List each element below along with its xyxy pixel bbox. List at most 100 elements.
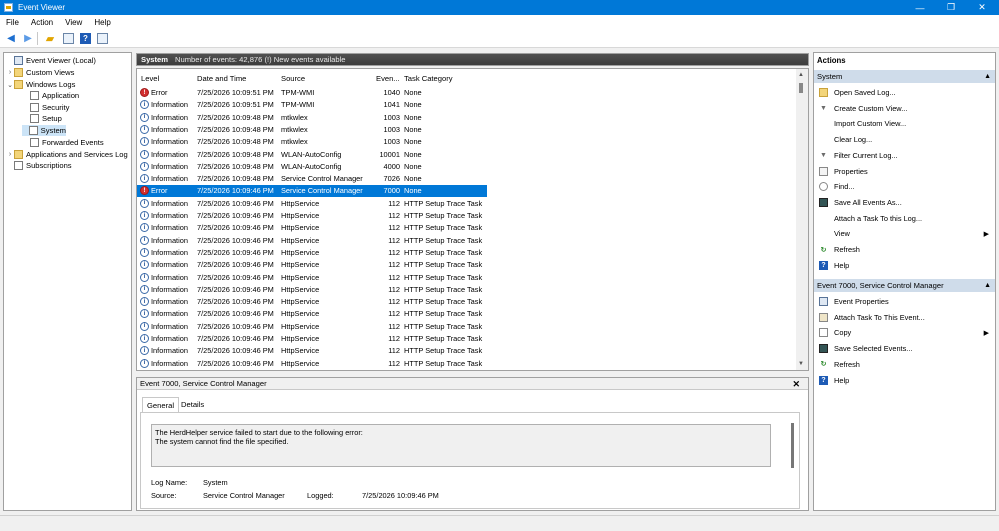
action-item[interactable]: ↻ Refresh xyxy=(814,358,995,371)
scroll-up-icon[interactable]: ▲ xyxy=(798,72,804,78)
action-pane-icon[interactable] xyxy=(97,32,108,44)
tree-item-forwarded-events[interactable]: Forwarded Events xyxy=(22,137,104,148)
cell-task-category: HTTP Setup Trace Task xyxy=(404,334,483,343)
chevron-right-icon[interactable]: › xyxy=(6,151,14,158)
action-item[interactable]: Open Saved Log... xyxy=(814,86,995,99)
action-item[interactable]: ↻ Refresh xyxy=(814,243,995,256)
action-item[interactable]: Save All Events As... xyxy=(814,196,995,209)
tree-item-setup[interactable]: Setup xyxy=(22,113,62,124)
tree-item-applications-and-services-logs[interactable]: › Applications and Services Log xyxy=(6,149,128,160)
action-item[interactable]: Clear Log... xyxy=(814,133,995,146)
scroll-down-icon[interactable]: ▼ xyxy=(798,361,804,367)
column-header-source[interactable]: Source xyxy=(281,74,305,83)
action-item[interactable]: ▼ Create Custom View... xyxy=(814,102,995,115)
action-label: Copy xyxy=(834,328,852,338)
tree-item-application[interactable]: Application xyxy=(22,90,79,101)
tree-item-system[interactable]: System xyxy=(22,125,66,136)
chevron-down-icon[interactable]: ⌄ xyxy=(6,81,14,89)
table-row[interactable]: i Information 7/25/2026 10:09:48 PM Service… xyxy=(137,173,797,185)
cell-event-id: 112 xyxy=(388,284,400,294)
action-item[interactable]: Copy ▶ xyxy=(814,326,995,339)
table-row[interactable]: i Information 7/25/2026 10:09:46 PM HttpSer… xyxy=(137,321,797,333)
tree-item-windows-logs[interactable]: ⌄ Windows Logs xyxy=(6,79,75,90)
tree-item-subscriptions[interactable]: Subscriptions xyxy=(6,160,72,171)
collapse-icon[interactable]: ▲ xyxy=(984,279,991,292)
action-item[interactable]: Attach a Task To this Log... xyxy=(814,212,995,225)
action-item[interactable]: Attach Task To This Event... xyxy=(814,311,995,324)
folder-up-icon[interactable]: ▰ xyxy=(43,31,57,45)
table-row[interactable]: i Information 7/25/2026 10:09:51 PM TPM-WMI… xyxy=(137,99,797,111)
table-row[interactable]: i Information 7/25/2026 10:09:46 PM HttpSer… xyxy=(137,210,797,222)
chevron-right-icon[interactable]: › xyxy=(6,69,14,76)
menu-help[interactable]: Help xyxy=(88,18,116,27)
table-row[interactable]: i Information 7/25/2026 10:09:48 PM WLAN-Au… xyxy=(137,161,797,173)
maximize-button[interactable]: ❐ xyxy=(936,0,966,15)
close-window-button[interactable]: ✕ xyxy=(967,0,997,15)
action-item[interactable]: ? Help xyxy=(814,259,995,272)
message-scrollbar[interactable] xyxy=(791,423,794,468)
cell-task-category: HTTP Setup Trace Task xyxy=(404,260,483,270)
table-row[interactable]: i Information 7/25/2026 10:09:48 PM mtkwlex… xyxy=(137,124,797,136)
column-header-level[interactable]: Level xyxy=(141,74,159,83)
cell-source: HttpService xyxy=(281,297,320,307)
table-row[interactable]: i Information 7/25/2026 10:09:46 PM HttpSer… xyxy=(137,235,797,247)
tree-item-label: Custom Views xyxy=(26,68,75,77)
action-item[interactable]: View ▶ xyxy=(814,227,995,240)
events-scrollbar[interactable]: ▲ ▼ xyxy=(796,69,808,370)
column-header-event-id[interactable]: Even... xyxy=(376,74,400,83)
table-row[interactable]: ! Error 7/25/2026 10:09:46 PM Service Contr… xyxy=(137,185,797,198)
actions-section-event[interactable]: Event 7000, Service Control Manager ▲ xyxy=(814,279,995,292)
menu-action[interactable]: Action xyxy=(25,18,59,27)
tab-general[interactable]: General xyxy=(142,397,180,412)
help-icon[interactable]: ? xyxy=(80,32,91,44)
collapse-icon[interactable]: ▲ xyxy=(984,70,991,83)
cell-level: Information xyxy=(151,297,188,307)
tree-item-event-viewer-local[interactable]: Event Viewer (Local) xyxy=(6,55,96,66)
table-row[interactable]: i Information 7/25/2026 10:09:48 PM WLAN-Au… xyxy=(137,149,797,161)
table-row[interactable]: i Information 7/25/2026 10:09:46 PM HttpSer… xyxy=(137,296,797,308)
table-row[interactable]: i Information 7/25/2026 10:09:46 PM HttpSer… xyxy=(137,333,797,345)
information-icon: i xyxy=(140,124,149,134)
table-row[interactable]: i Information 7/25/2026 10:09:46 PM HttpSer… xyxy=(137,247,797,259)
action-item[interactable]: ▼ Filter Current Log... xyxy=(814,149,995,162)
tree-item-security[interactable]: Security xyxy=(22,102,69,113)
menu-view[interactable]: View xyxy=(59,18,88,27)
table-row[interactable]: i Information 7/25/2026 10:09:46 PM HttpSer… xyxy=(137,308,797,320)
cell-source: HttpService xyxy=(281,235,320,245)
actions-pane: Actions System ▲ Open Saved Log... ▼ Creat… xyxy=(813,52,996,511)
tab-details[interactable]: Details xyxy=(177,397,208,412)
action-item[interactable]: Event Properties xyxy=(814,295,995,308)
table-row[interactable]: i Information 7/25/2026 10:09:48 PM mtkwlex… xyxy=(137,112,797,124)
table-row[interactable]: i Information 7/25/2026 10:09:46 PM HttpSer… xyxy=(137,284,797,296)
scrollbar-thumb[interactable] xyxy=(799,83,803,93)
action-item[interactable]: Import Custom View... xyxy=(814,117,995,130)
table-row[interactable]: i Information 7/25/2026 10:09:46 PM HttpSer… xyxy=(137,272,797,284)
minimize-button[interactable]: — xyxy=(905,0,935,15)
tree-item-custom-views[interactable]: › Custom Views xyxy=(6,67,74,78)
cell-level: Information xyxy=(151,211,188,220)
table-row[interactable]: i Information 7/25/2026 10:09:46 PM HttpSer… xyxy=(137,345,797,357)
menu-file[interactable]: File xyxy=(0,18,25,27)
actions-section-system[interactable]: System ▲ xyxy=(814,70,995,83)
table-row[interactable]: ! Error 7/25/2026 10:09:51 PM TPM-WMI 1040 No… xyxy=(137,87,797,99)
table-row[interactable]: i Information 7/25/2026 10:09:46 PM HttpSer… xyxy=(137,222,797,234)
cell-level: Information xyxy=(151,284,188,294)
cell-source: mtkwlex xyxy=(281,112,308,122)
table-row[interactable]: i Information 7/25/2026 10:09:46 PM HttpSer… xyxy=(137,259,797,271)
column-header-task-category[interactable]: Task Category xyxy=(404,74,453,83)
back-icon[interactable]: ◀ xyxy=(4,31,18,45)
action-item[interactable]: Save Selected Events... xyxy=(814,342,995,355)
information-icon: i xyxy=(140,174,149,184)
column-header-date[interactable]: Date and Time xyxy=(197,74,246,83)
action-item[interactable]: Find... xyxy=(814,180,995,193)
cell-event-id: 1040 xyxy=(383,88,400,97)
event-message[interactable]: The HerdHelper service failed to start d… xyxy=(151,424,771,467)
action-item[interactable]: Properties xyxy=(814,165,995,178)
table-row[interactable]: i Information 7/25/2026 10:09:48 PM mtkwlex… xyxy=(137,136,797,148)
forward-icon[interactable]: ▶ xyxy=(21,31,35,45)
table-row[interactable]: i Information 7/25/2026 10:09:46 PM HttpSer… xyxy=(137,358,797,370)
action-item[interactable]: ? Help xyxy=(814,374,995,387)
table-row[interactable]: i Information 7/25/2026 10:09:46 PM HttpSer… xyxy=(137,198,797,210)
console-tree-icon[interactable] xyxy=(63,32,74,44)
close-icon[interactable]: ✕ xyxy=(792,378,800,390)
